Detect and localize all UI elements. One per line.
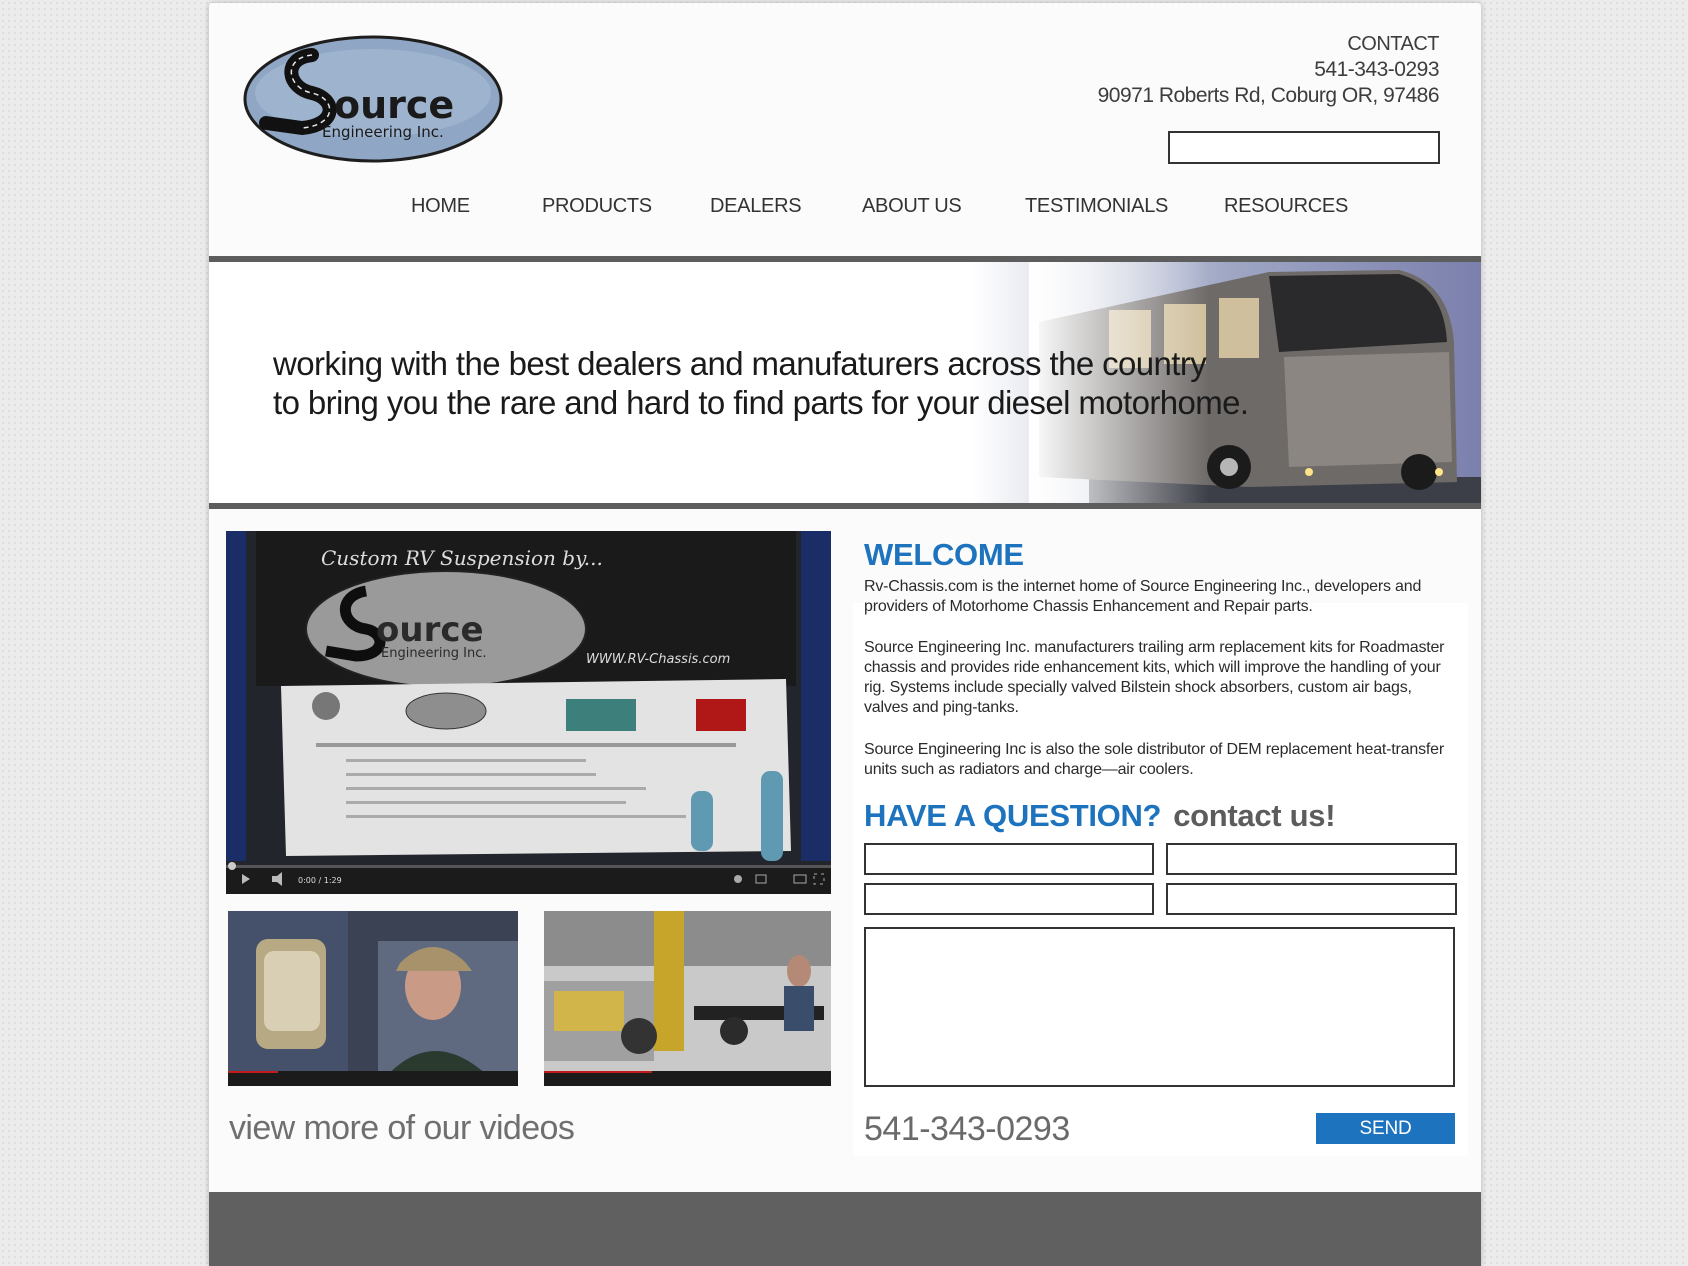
header-phone[interactable]: 541-343-0293: [1098, 57, 1439, 83]
video-banner-title: Custom RV Suspension by...: [321, 546, 603, 570]
nav-testimonials[interactable]: TESTIMONIALS: [1025, 195, 1168, 218]
nav-products[interactable]: PRODUCTS: [542, 195, 652, 218]
welcome-paragraph-2: Source Engineering Inc. manufacturers tr…: [864, 639, 1445, 716]
svg-text:ource: ource: [376, 610, 484, 650]
video-thumbnail-1[interactable]: [228, 911, 518, 1086]
contact-phone: 541-343-0293: [864, 1110, 1070, 1148]
nav-dealers[interactable]: DEALERS: [710, 195, 802, 218]
main-video-player[interactable]: ource Engineering Inc. Custom RV Suspens…: [226, 531, 831, 894]
main-nav: HOME PRODUCTS DEALERS ABOUT US TESTIMONI…: [209, 195, 1481, 229]
banner-line-1: working with the best dealers and manufa…: [273, 345, 1207, 382]
welcome-paragraph-1: Rv-Chassis.com is the internet home of S…: [864, 578, 1422, 615]
svg-text:Engineering Inc.: Engineering Inc.: [381, 646, 487, 661]
logo-wordmark: ource: [334, 83, 454, 127]
contact-field-4[interactable]: [1166, 883, 1457, 915]
site-logo[interactable]: ource Engineering Inc.: [242, 33, 504, 165]
video-time: 0:00 / 1:29: [298, 876, 342, 885]
video-banner-url: WWW.RV-Chassis.com: [586, 652, 730, 667]
contact-field-3[interactable]: [864, 883, 1154, 915]
hero-banner: working with the best dealers and manufa…: [209, 256, 1481, 509]
volume-icon: [272, 876, 277, 882]
page-container: ource Engineering Inc. CONTACT 541-343-0…: [209, 3, 1481, 1266]
view-more-videos-link[interactable]: view more of our videos: [229, 1109, 575, 1148]
logo-subtitle: Engineering Inc.: [322, 123, 444, 141]
banner-tagline: working with the best dealers and manufa…: [273, 344, 1249, 422]
nav-home[interactable]: HOME: [411, 195, 470, 218]
search-input[interactable]: [1168, 131, 1440, 164]
settings-icon: [734, 875, 742, 883]
nav-about-us[interactable]: ABOUT US: [862, 195, 962, 218]
welcome-heading: WELCOME: [864, 537, 1024, 572]
contact-heading-light: contact us!: [1173, 798, 1336, 833]
banner-line-2: to bring you the rare and hard to find p…: [273, 384, 1249, 421]
header-address: 90971 Roberts Rd, Coburg OR, 97486: [1097, 84, 1440, 107]
contact-message-field[interactable]: [864, 927, 1455, 1087]
nav-resources[interactable]: RESOURCES: [1224, 195, 1348, 218]
contact-heading-bold: HAVE A QUESTION?: [864, 798, 1162, 833]
contact-link[interactable]: CONTACT: [1098, 31, 1439, 57]
contact-heading: HAVE A QUESTION? contact us!: [864, 798, 1336, 834]
contact-field-1[interactable]: [864, 843, 1154, 875]
header-contact: CONTACT 541-343-0293 90971 Roberts Rd, C…: [1097, 31, 1440, 109]
welcome-paragraph-3: Source Engineering Inc is also the sole …: [864, 741, 1444, 778]
contact-field-2[interactable]: [1166, 843, 1457, 875]
send-button[interactable]: SEND: [1316, 1113, 1455, 1144]
video-thumbnail-2[interactable]: [544, 911, 831, 1086]
footer: [209, 1192, 1481, 1266]
